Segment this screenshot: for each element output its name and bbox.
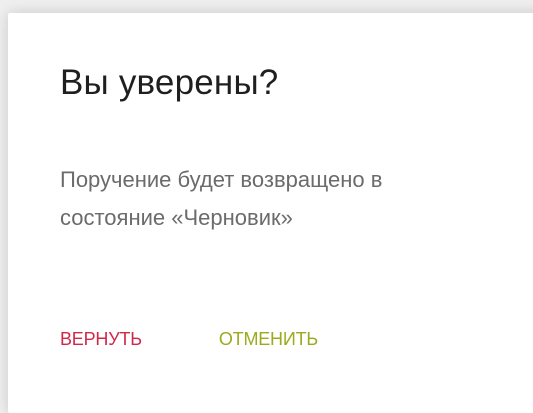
dialog-actions: ВЕРНУТЬ ОТМЕНИТЬ [60,327,318,351]
cancel-button[interactable]: ОТМЕНИТЬ [219,327,318,351]
dialog-message: Поручение будет возвращено в состояние «Ч… [60,161,533,237]
confirmation-dialog: Вы уверены? Поручение будет возвращено в… [8,13,533,413]
return-button[interactable]: ВЕРНУТЬ [60,327,142,351]
dialog-title: Вы уверены? [60,63,279,102]
dialog-message-line-2: состояние «Черновик» [60,205,293,230]
dialog-message-line-1: Поручение будет возвращено в [60,167,383,192]
